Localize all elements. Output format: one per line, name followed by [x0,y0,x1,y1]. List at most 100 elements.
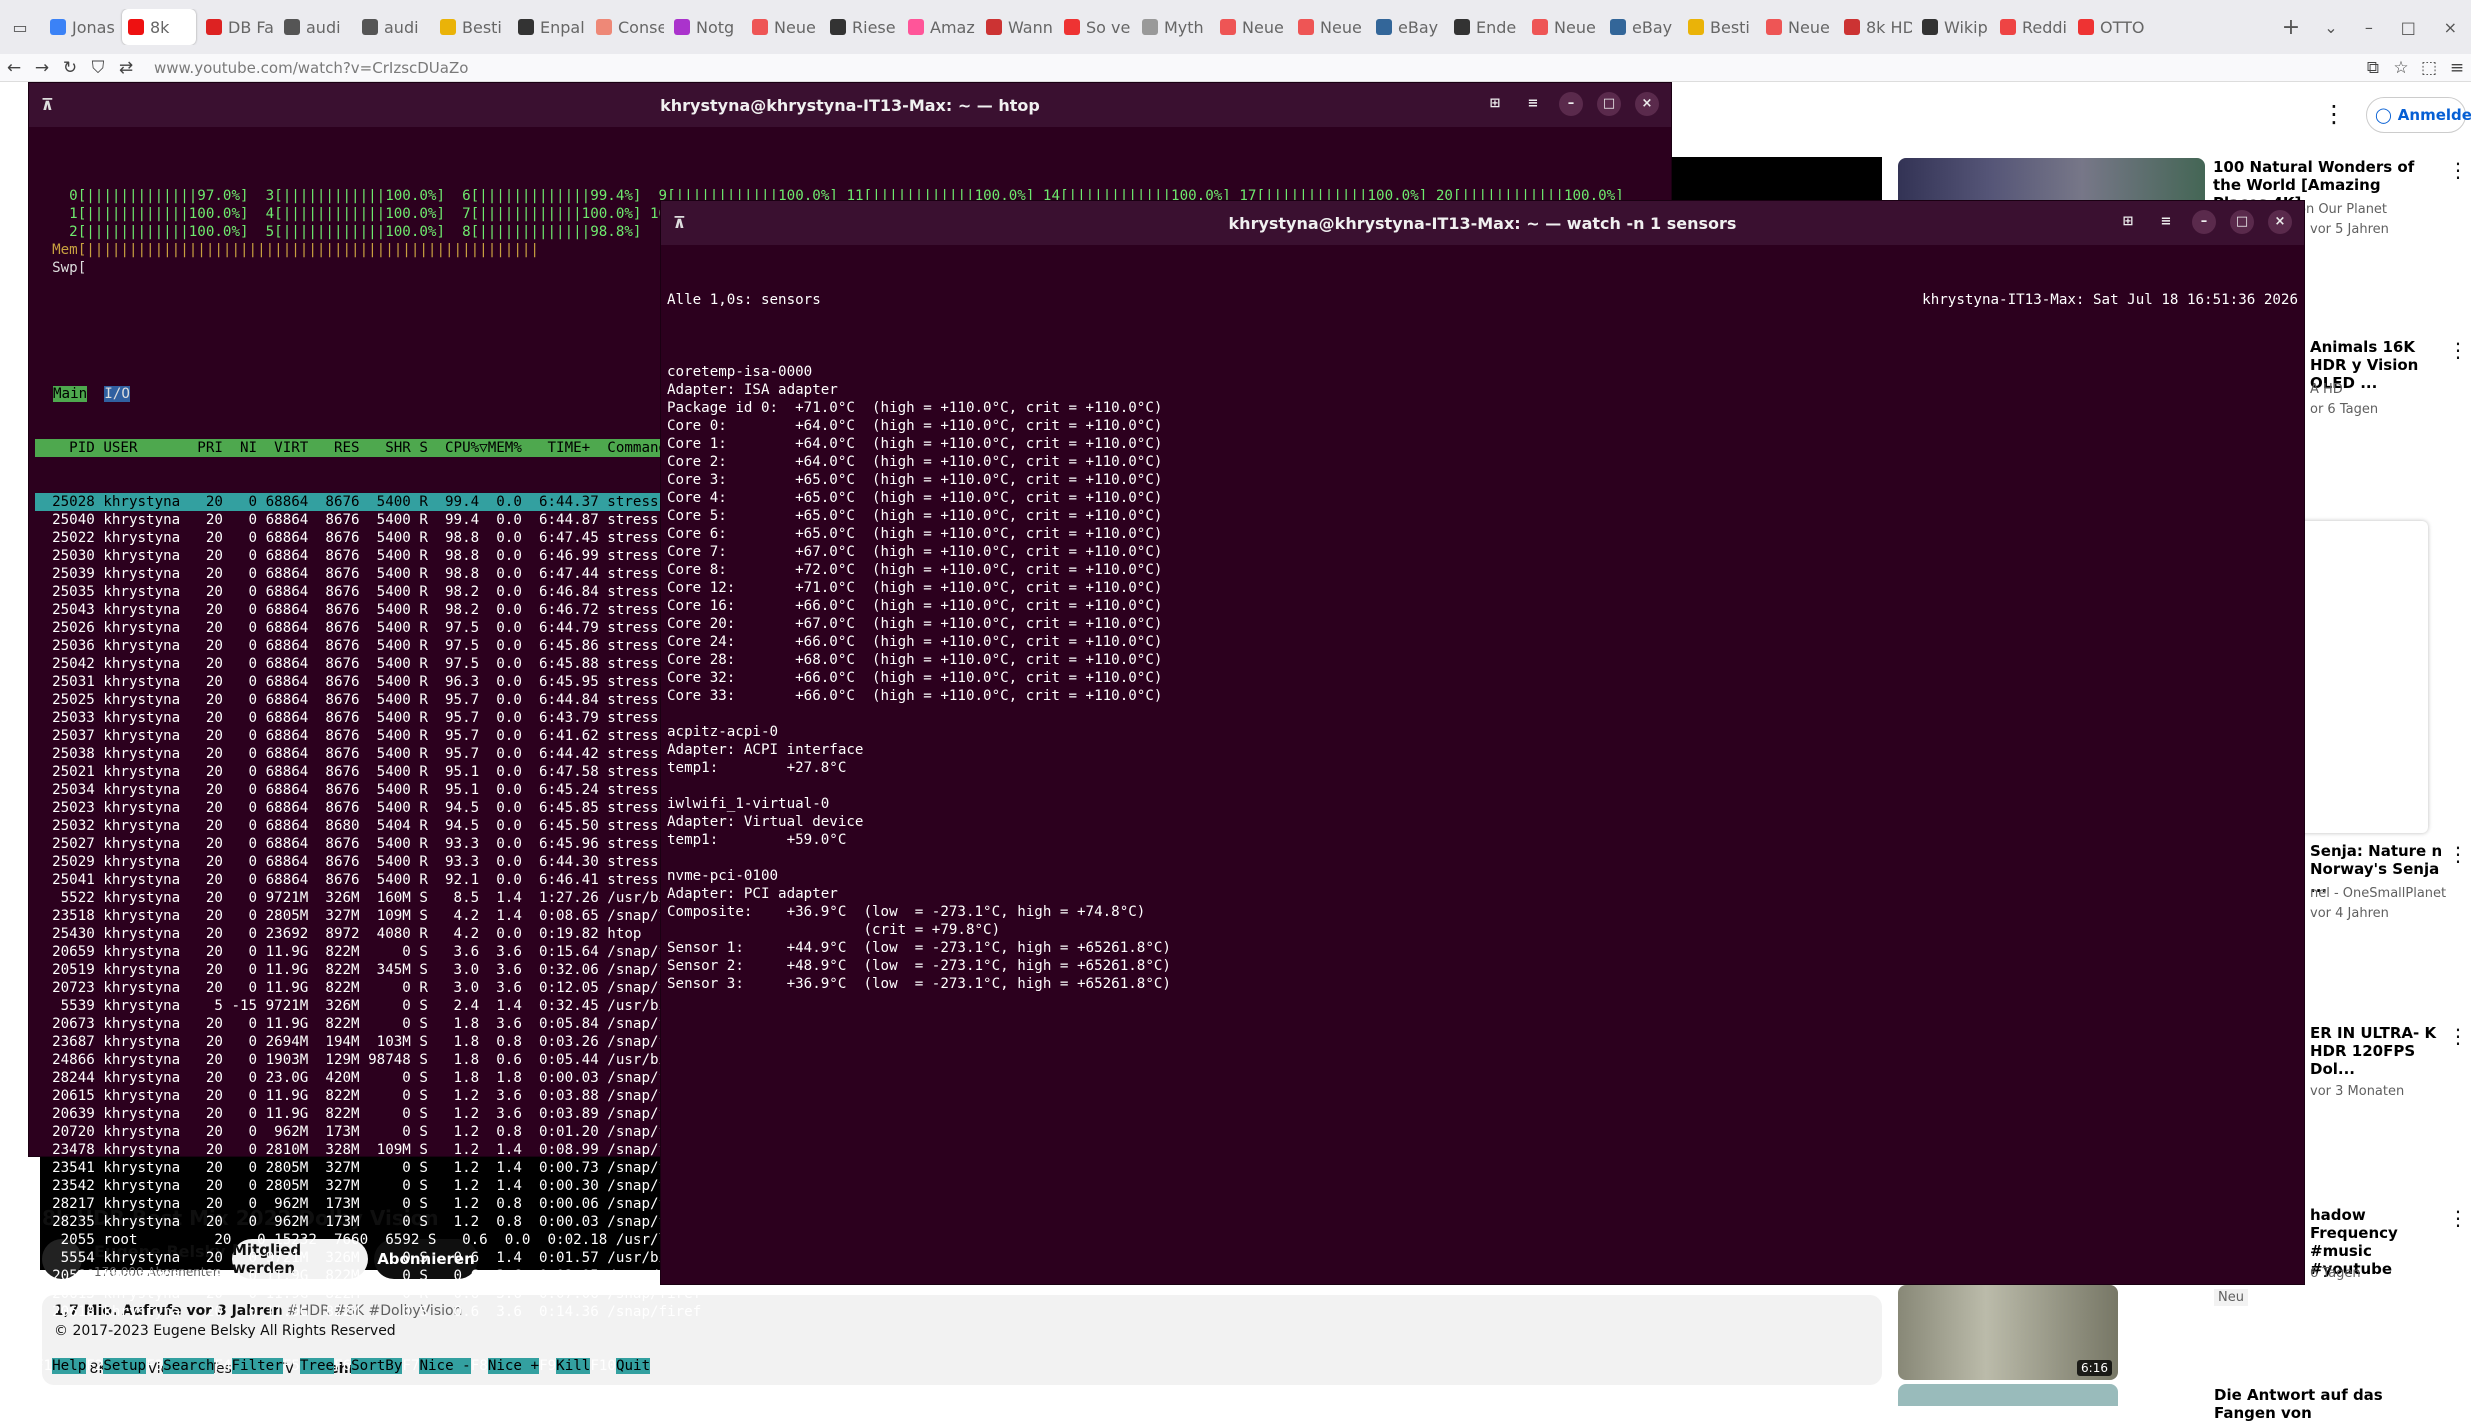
fkey-action[interactable]: Nice + [487,1358,540,1374]
process-row[interactable]: 20613 khrystyna 20 0 11.9G 822M 0 R 0.6 … [35,1285,1665,1303]
shield-icon[interactable]: ⛉ [84,58,112,78]
tab-label: 8k HD [1866,17,1912,37]
forward-icon[interactable]: → [28,58,56,78]
extensions-icon[interactable]: ⬚ [2415,58,2443,78]
fkey-action[interactable]: Help [52,1358,87,1374]
rec-title[interactable]: Die Antwort auf das Fangen von [2214,1386,2444,1422]
reload-icon[interactable]: ↻ [56,58,84,78]
maximize-icon[interactable]: □ [2401,18,2416,37]
more-options-icon[interactable]: ⋮ [2322,100,2346,128]
browser-tab[interactable]: Besti [1682,9,1756,45]
signin-button[interactable]: ◯ Anmelden [2366,97,2471,133]
tab-main[interactable]: Main [53,386,88,402]
close-icon[interactable]: × [2268,210,2292,234]
tab-label: Neue [774,17,816,37]
browser-tab[interactable]: eBay [1370,9,1444,45]
browser-tab[interactable]: Amaz [902,9,976,45]
tab-label: Notg [696,17,735,37]
favicon-icon [284,19,300,35]
grid-icon[interactable]: ⊞ [2116,210,2140,234]
browser-tab[interactable]: Conse [590,9,664,45]
new-tab-icon[interactable]: + [2271,15,2311,40]
rec-title[interactable]: ER IN ULTRA- K HDR 120FPS Dol... [2310,1024,2450,1078]
menu-icon[interactable]: ≡ [2443,58,2471,78]
browser-tab[interactable]: eBay [1604,9,1678,45]
browser-tab[interactable]: OTTO [2072,9,2146,45]
fkey-action[interactable]: Setup [103,1358,147,1374]
browser-tab[interactable]: Wann [980,9,1054,45]
fkey-action[interactable]: Tree [299,1358,335,1374]
pin-icon[interactable]: ⊼ [673,213,686,232]
favicon-icon [674,19,690,35]
fkey-action[interactable]: Search [163,1358,215,1374]
video-thumbnail[interactable] [1898,1384,2118,1406]
more-options-icon[interactable]: ⋮ [2448,842,2468,866]
browser-tab[interactable]: audi [278,9,352,45]
favicon-icon [1298,19,1314,35]
rec-meta: 6 Tagen [2310,1266,2361,1281]
browser-tab[interactable]: Ende [1448,9,1522,45]
sensor-line: Core 20: +67.0°C (high = +110.0°C, crit … [667,616,1163,632]
fkey-action[interactable]: Filter [231,1358,283,1374]
window-title: khrystyna@khrystyna-IT13-Max: ~ — htop [660,95,1040,115]
sensors-terminal-window[interactable]: ⊼ khrystyna@khrystyna-IT13-Max: ~ — watc… [660,200,2305,1285]
more-options-icon[interactable]: ⋮ [2448,338,2468,362]
fkey-action[interactable]: Nice - [419,1358,471,1374]
close-icon[interactable]: × [2444,18,2457,37]
browser-tab[interactable]: Neue [1292,9,1366,45]
process-row[interactable]: 20618 khrystyna 20 0 11.9G 822M 0 S 0.6 … [35,1303,1665,1321]
fkey-action[interactable]: Quit [615,1358,651,1374]
more-options-icon[interactable]: ⋮ [2448,1024,2468,1048]
browser-tab[interactable]: Besti [434,9,508,45]
more-options-icon[interactable]: ⋮ [2448,158,2468,182]
bookmark-star-icon[interactable]: ☆ [2387,58,2415,78]
minimize-icon[interactable]: – [2365,18,2373,37]
browser-tab[interactable]: Jonas [44,9,118,45]
sensor-line: Core 32: +66.0°C (high = +110.0°C, crit … [667,670,1163,686]
close-icon[interactable]: × [1635,92,1659,116]
browser-tab[interactable]: 8k HD [1838,9,1912,45]
browser-tab[interactable]: Neue [1526,9,1600,45]
grid-icon[interactable]: ⊞ [1483,92,1507,116]
back-icon[interactable]: ← [0,58,28,78]
browser-tab[interactable]: Neue [746,9,820,45]
more-options-icon[interactable]: ⋮ [2448,1206,2468,1230]
address-bar[interactable]: www.youtube.com/watch?v=CrIzscDUaZo [154,59,468,77]
maximize-icon[interactable]: □ [2230,210,2254,234]
browser-tab[interactable]: So ve [1058,9,1132,45]
browser-tab[interactable]: Notg [668,9,742,45]
htop-titlebar[interactable]: ⊼ khrystyna@khrystyna-IT13-Max: ~ — htop… [29,83,1671,127]
menu-icon[interactable]: ≡ [2154,210,2178,234]
minimize-icon[interactable]: – [1559,92,1583,116]
chevron-down-icon[interactable]: ⌄ [2311,18,2351,37]
sensor-line: Core 3: +65.0°C (high = +110.0°C, crit =… [667,472,1163,488]
sensors-titlebar[interactable]: ⊼ khrystyna@khrystyna-IT13-Max: ~ — watc… [661,201,2304,245]
tab-label: Ende [1476,17,1517,37]
browser-tab[interactable]: Riese [824,9,898,45]
tab-label: Jonas [72,17,115,37]
browser-tab[interactable]: DB Fa [200,9,274,45]
browser-tab[interactable]: Reddi [1994,9,2068,45]
browser-tab[interactable]: audi [356,9,430,45]
fkey-action[interactable]: Kill [556,1358,591,1374]
sensor-line: nvme-pci-0100 [667,868,779,884]
sensor-line: Core 7: +67.0°C (high = +110.0°C, crit =… [667,544,1163,560]
browser-tab[interactable]: Wikip [1916,9,1990,45]
tab-list-icon[interactable]: ▭ [0,18,40,37]
browser-tab[interactable]: Neue [1760,9,1834,45]
pin-icon[interactable]: ⊼ [41,95,54,114]
picture-in-picture-icon[interactable]: ⧉ [2359,58,2387,78]
fkey-label: F1 [35,1358,53,1374]
minimize-icon[interactable]: – [2192,210,2216,234]
sensor-line: Adapter: ISA adapter [667,382,838,398]
video-thumbnail[interactable]: 6:16 [1898,1285,2118,1380]
fkey-action[interactable]: SortBy [351,1358,403,1374]
browser-tab[interactable]: 8k [122,9,196,45]
tab-io[interactable]: I/O [104,386,130,402]
permissions-icon[interactable]: ⇄ [112,58,140,78]
browser-tab[interactable]: Enpal [512,9,586,45]
browser-tab[interactable]: Neue [1214,9,1288,45]
maximize-icon[interactable]: □ [1597,92,1621,116]
browser-tab[interactable]: Myth [1136,9,1210,45]
menu-icon[interactable]: ≡ [1521,92,1545,116]
